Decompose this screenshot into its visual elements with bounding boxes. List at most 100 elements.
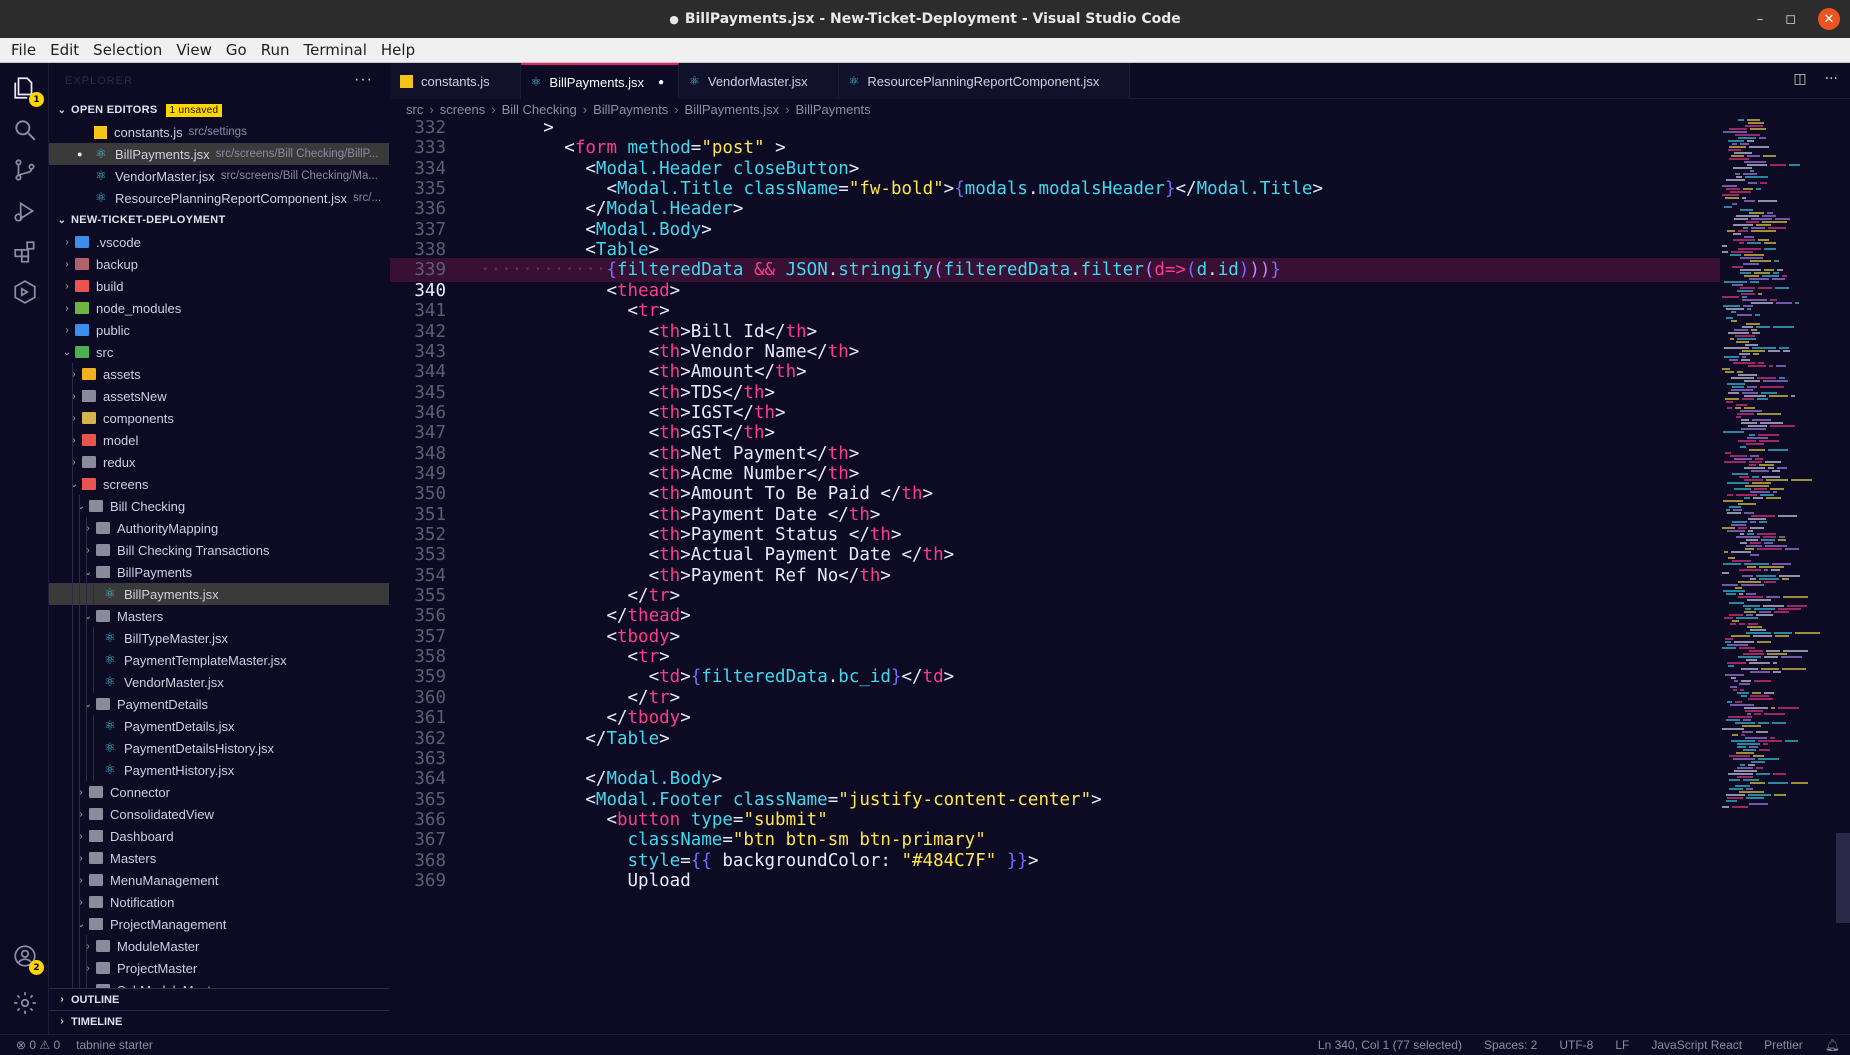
eol[interactable]: LF — [1615, 1038, 1629, 1052]
folder-item[interactable]: › ConsolidatedView — [49, 803, 389, 825]
explorer-icon[interactable]: 1 — [10, 73, 44, 107]
close-button[interactable]: ✕ — [1818, 8, 1840, 30]
source-control-icon[interactable] — [10, 155, 39, 184]
folder-item[interactable]: › Masters — [49, 847, 389, 869]
folder-item[interactable]: › build — [49, 275, 389, 297]
code-token: >Bill Id</ — [680, 321, 786, 342]
minimap-line — [1743, 653, 1764, 655]
menu-file[interactable]: File — [4, 41, 43, 59]
folder-item[interactable]: ⌄ Bill Checking — [49, 495, 389, 517]
open-editor-item[interactable]: constants.js src/settings — [49, 121, 389, 143]
run-debug-icon[interactable] — [10, 196, 39, 225]
folder-item[interactable]: › .vscode — [49, 231, 389, 253]
breadcrumb-item[interactable]: BillPayments.jsx — [685, 102, 780, 117]
menu-run[interactable]: Run — [254, 41, 297, 59]
problems-indicator[interactable]: ⊗ 0 ⚠ 0 — [16, 1038, 60, 1052]
vertical-scrollbar[interactable] — [1836, 119, 1850, 1034]
split-editor-icon[interactable]: ◫ — [1793, 71, 1806, 87]
encoding[interactable]: UTF-8 — [1559, 1038, 1593, 1052]
tabnine-status[interactable]: tabnine starter — [76, 1038, 153, 1052]
code-token: th — [785, 321, 807, 342]
folder-item[interactable]: › assetsNew — [49, 385, 389, 407]
code-token: th — [848, 504, 870, 525]
folder-item[interactable]: › Connector — [49, 781, 389, 803]
language-mode[interactable]: JavaScript React — [1651, 1038, 1742, 1052]
file-item[interactable]: ⚛ BillPayments.jsx — [49, 583, 389, 605]
indent-guide — [72, 693, 73, 715]
menu-edit[interactable]: Edit — [43, 41, 86, 59]
folder-item[interactable]: › Bill Checking Transactions — [49, 539, 389, 561]
breadcrumb-item[interactable]: Bill Checking — [502, 102, 577, 117]
folder-item[interactable]: › model — [49, 429, 389, 451]
folder-item[interactable]: › backup — [49, 253, 389, 275]
minimize-button[interactable]: – — [1757, 12, 1764, 27]
indentation[interactable]: Spaces: 2 — [1484, 1038, 1537, 1052]
minimap-line — [1744, 380, 1760, 382]
folder-item[interactable]: › assets — [49, 363, 389, 385]
menu-terminal[interactable]: Terminal — [297, 41, 374, 59]
folder-item[interactable]: › ModuleMaster — [49, 935, 389, 957]
breadcrumb-item[interactable]: BillPayments — [796, 102, 871, 117]
indent-guide — [79, 517, 80, 539]
file-item[interactable]: ⚛ PaymentDetails.jsx — [49, 715, 389, 737]
folder-item[interactable]: › MenuManagement — [49, 869, 389, 891]
file-item[interactable]: ⚛ PaymentTemplateMaster.jsx — [49, 649, 389, 671]
code-editor[interactable]: 332 >333 <form method="post" >334 <Modal… — [390, 119, 1850, 1034]
menu-go[interactable]: Go — [219, 41, 254, 59]
folder-item[interactable]: ⌄ screens — [49, 473, 389, 495]
file-item[interactable]: ⚛ PaymentDetailsHistory.jsx — [49, 737, 389, 759]
scrollbar-thumb[interactable] — [1836, 833, 1850, 923]
editor-tab[interactable]: ⚛ ResourcePlanningReportComponent.jsx — [838, 63, 1131, 99]
minimap-line — [1737, 767, 1753, 769]
breadcrumb-item[interactable]: src — [406, 102, 423, 117]
breadcrumb-separator: › — [429, 101, 434, 117]
menu-view[interactable]: View — [169, 41, 219, 59]
folder-item[interactable]: › Notification — [49, 891, 389, 913]
accounts-icon[interactable]: 2 — [10, 941, 44, 975]
open-editor-item[interactable]: ⚛ VendorMaster.jsx src/screens/Bill Checki… — [49, 165, 389, 187]
folder-item[interactable]: › public — [49, 319, 389, 341]
open-editor-item[interactable]: ⚛ ResourcePlanningReportComponent.jsx src/… — [49, 187, 389, 209]
open-editor-item[interactable]: ● ⚛ BillPayments.jsx src/screens/Bill Check… — [49, 143, 389, 165]
more-actions-icon[interactable]: ··· — [1825, 71, 1838, 87]
folder-item[interactable]: › components — [49, 407, 389, 429]
formatter-status[interactable]: Prettier — [1764, 1038, 1803, 1052]
editor-tab[interactable]: ⚛ VendorMaster.jsx — [679, 63, 839, 99]
gear-icon[interactable] — [10, 988, 39, 1017]
timeline-section[interactable]: › TIMELINE — [49, 1010, 389, 1032]
more-actions-icon[interactable]: ··· — [354, 71, 373, 89]
folder-item[interactable]: › ProjectMaster — [49, 957, 389, 979]
folder-item[interactable]: › AuthorityMapping — [49, 517, 389, 539]
folder-icon — [82, 412, 96, 424]
editor-tab[interactable]: ⚛ BillPayments.jsx ● — [520, 63, 680, 99]
breadcrumb-item[interactable]: BillPayments — [593, 102, 668, 117]
file-item[interactable]: ⚛ VendorMaster.jsx — [49, 671, 389, 693]
folder-item[interactable]: › node_modules — [49, 297, 389, 319]
file-item[interactable]: ⚛ PaymentHistory.jsx — [49, 759, 389, 781]
menu-help[interactable]: Help — [374, 41, 422, 59]
folder-item[interactable]: ⌄ ProjectManagement — [49, 913, 389, 935]
editor-tab[interactable]: constants.js — [390, 63, 521, 99]
open-editors-section[interactable]: ⌄ OPEN EDITORS 1 unsaved — [49, 99, 389, 121]
outline-section[interactable]: › OUTLINE — [49, 988, 389, 1010]
remote-explorer-icon[interactable] — [10, 277, 39, 306]
minimap-line — [1727, 701, 1732, 703]
folder-item[interactable]: ⌄ Masters — [49, 605, 389, 627]
minimap[interactable] — [1712, 119, 1824, 809]
folder-item[interactable]: ⌄ PaymentDetails — [49, 693, 389, 715]
code-token: > — [711, 769, 723, 790]
project-section[interactable]: ⌄ NEW-TICKET-DEPLOYMENT — [49, 209, 389, 231]
cursor-position[interactable]: Ln 340, Col 1 (77 selected) — [1318, 1038, 1462, 1052]
extensions-icon[interactable] — [10, 237, 39, 266]
maximize-button[interactable]: ◻ — [1785, 12, 1796, 27]
folder-item[interactable]: ⌄ BillPayments — [49, 561, 389, 583]
file-item[interactable]: ⚛ BillTypeMaster.jsx — [49, 627, 389, 649]
folder-item[interactable]: › Dashboard — [49, 825, 389, 847]
folder-item[interactable]: › redux — [49, 451, 389, 473]
minimap-line — [1740, 143, 1749, 145]
breadcrumb-item[interactable]: screens — [440, 102, 486, 117]
search-icon[interactable] — [10, 115, 39, 144]
folder-item[interactable]: ⌄ src — [49, 341, 389, 363]
menu-selection[interactable]: Selection — [86, 41, 169, 59]
notifications-icon[interactable]: 🔔︎ — [1825, 1038, 1840, 1052]
